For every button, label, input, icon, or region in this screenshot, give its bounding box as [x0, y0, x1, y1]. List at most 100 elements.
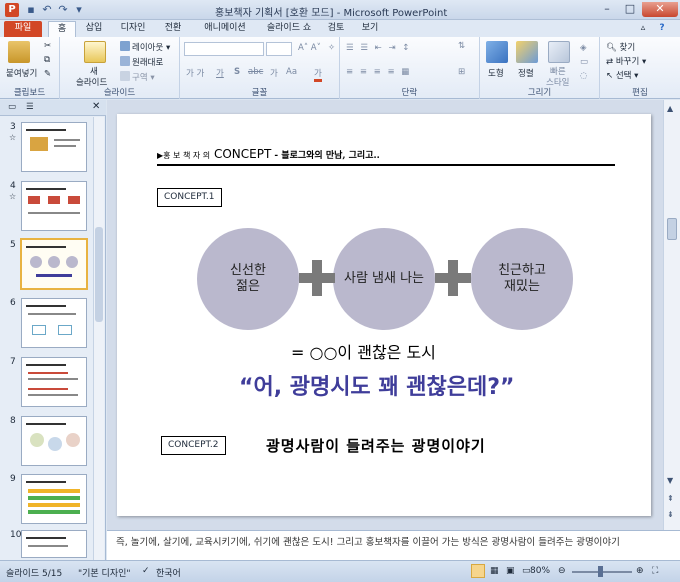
- paste-button[interactable]: 붙여넣기: [6, 67, 37, 79]
- text-direction-icon[interactable]: ⇅: [458, 41, 465, 51]
- tab-file[interactable]: 파일: [4, 21, 42, 37]
- notes-pane[interactable]: 즉, 놀기에, 살기에, 교육시키기에, 쉬기에 괜찮은 도시! 그리고 홍보책…: [107, 530, 680, 560]
- panel-scrollbar[interactable]: [93, 117, 104, 560]
- slide-thumbnail[interactable]: [21, 530, 87, 558]
- quick-styles-icon[interactable]: [548, 41, 570, 63]
- tab-slideshow[interactable]: 슬라이드 쇼: [260, 21, 318, 37]
- replace-button[interactable]: ⇄ 바꾸기 ▾: [606, 55, 646, 67]
- powerpoint-app-icon[interactable]: P: [5, 3, 19, 17]
- bold-italic-icons[interactable]: 가 가: [186, 67, 204, 79]
- slide-sorter-icon[interactable]: ▦: [490, 566, 499, 576]
- circle-label: 친근하고 재밌는: [498, 263, 546, 294]
- slide-thumbnail[interactable]: [21, 122, 87, 172]
- slide-thumbnail-selected[interactable]: [20, 238, 88, 290]
- zoom-level[interactable]: 80%: [530, 566, 550, 576]
- group-slides: 새 슬라이드 레이아웃 ▾ 원래대로 구역 ▾ 슬라이드: [60, 37, 180, 99]
- shape-fill-icon[interactable]: ◈: [580, 43, 587, 53]
- arrange-button[interactable]: 정렬: [518, 67, 534, 79]
- thumb-title-line: [26, 481, 66, 483]
- scroll-down-icon[interactable]: ▼: [667, 476, 673, 485]
- concept2-box: CONCEPT.2: [161, 436, 226, 455]
- section-button[interactable]: 구역 ▾: [120, 71, 155, 83]
- format-painter-icon[interactable]: ✎: [44, 69, 51, 79]
- group-editing: 🔍︎ 찾기 ⇄ 바꾸기 ▾ ↖ 선택 ▾ 편집: [600, 37, 680, 99]
- clipboard-label: 클립보드: [13, 88, 46, 98]
- change-case-button[interactable]: Aa: [286, 67, 297, 77]
- circle-fresh-young: 신선한 젊은: [197, 228, 299, 330]
- language-indicator[interactable]: 한국어: [156, 566, 181, 579]
- tab-design[interactable]: 디자인: [114, 21, 152, 37]
- smartart-icon[interactable]: ⊞: [458, 67, 465, 77]
- slide-thumbnail[interactable]: [21, 416, 87, 466]
- find-button[interactable]: 🔍︎ 찾기: [606, 41, 635, 53]
- slide-thumbnail[interactable]: [21, 298, 87, 348]
- paste-icon[interactable]: [8, 41, 30, 63]
- layout-button[interactable]: 레이아웃 ▾: [120, 41, 170, 53]
- clear-formatting-icon[interactable]: ✧: [328, 43, 335, 53]
- thumb-number: 6: [10, 298, 16, 308]
- copy-icon[interactable]: ⧉: [44, 55, 50, 65]
- shapes-icon[interactable]: [486, 41, 508, 63]
- tab-home[interactable]: 홈: [48, 21, 76, 37]
- plus-icon: [299, 260, 335, 296]
- zoom-out-icon[interactable]: ⊖: [558, 566, 566, 576]
- slide-scroll-thumb[interactable]: [667, 218, 677, 240]
- arrange-icon[interactable]: [516, 41, 538, 63]
- spellcheck-icon[interactable]: ✓: [142, 566, 150, 576]
- reset-button[interactable]: 원래대로: [120, 56, 163, 68]
- next-slide-icon[interactable]: ⇟: [667, 510, 674, 519]
- close-panel-icon[interactable]: ✕: [92, 101, 100, 112]
- customize-qat-icon[interactable]: ▾: [72, 3, 86, 17]
- panel-scroll-thumb[interactable]: [95, 227, 103, 322]
- tab-view[interactable]: 보기: [356, 21, 384, 37]
- char-spacing-button[interactable]: 가: [270, 67, 278, 79]
- grow-shrink-font-icon[interactable]: A˄ A˅: [298, 43, 321, 53]
- tab-review[interactable]: 검토: [322, 21, 350, 37]
- font-size-combo[interactable]: [266, 42, 292, 56]
- undo-icon[interactable]: ↶: [40, 3, 54, 17]
- theme-name[interactable]: "기본 디자인": [78, 566, 131, 579]
- slide-thumbnail[interactable]: [21, 181, 87, 231]
- redo-icon[interactable]: ↷: [56, 3, 70, 17]
- slide-canvas: ▶홍 보 책 자 의 CONCEPT - 블로그와의 만남, 그리고.. CON…: [107, 100, 663, 530]
- font-color-button[interactable]: 가: [314, 67, 322, 82]
- slide[interactable]: ▶홍 보 책 자 의 CONCEPT - 블로그와의 만남, 그리고.. CON…: [117, 114, 651, 516]
- thumb-number: 4: [10, 181, 16, 191]
- shadow-button[interactable]: S: [234, 67, 240, 77]
- outline-tab-icon[interactable]: ☰: [26, 102, 34, 112]
- underline-icon[interactable]: 가: [216, 67, 224, 79]
- help-icon[interactable]: ?: [654, 21, 670, 37]
- zoom-slider-thumb[interactable]: [598, 566, 603, 577]
- list-buttons[interactable]: ☰ ☰ ⇤ ⇥ ↕: [346, 43, 411, 53]
- slides-tab-icon[interactable]: ▭: [8, 102, 16, 112]
- previous-slide-icon[interactable]: ⇞: [667, 494, 674, 503]
- strikethrough-icon[interactable]: abc: [248, 67, 263, 77]
- thumb-number: 10: [10, 530, 22, 540]
- ribbon-tabs: 파일 홈 삽입 디자인 전환 애니메이션 슬라이드 쇼 검토 보기 ▵ ?: [0, 20, 680, 37]
- reading-view-icon[interactable]: ▣: [506, 566, 515, 576]
- shape-outline-icon[interactable]: ▭: [580, 57, 588, 67]
- slide-vertical-scrollbar[interactable]: ▲ ▼ ⇞ ⇟: [663, 100, 680, 530]
- notes-text[interactable]: 즉, 놀기에, 살기에, 교육시키기에, 쉬기에 괜찮은 도시! 그리고 홍보책…: [116, 536, 666, 550]
- scroll-up-icon[interactable]: ▲: [667, 104, 673, 113]
- shapes-button[interactable]: 도형: [488, 67, 504, 79]
- align-buttons[interactable]: ≡ ≡ ≡ ≡ ▦: [346, 67, 411, 77]
- select-button[interactable]: ↖ 선택 ▾: [606, 69, 638, 81]
- save-icon[interactable]: ▪: [24, 3, 38, 17]
- new-slide-icon[interactable]: [84, 41, 106, 63]
- tab-insert[interactable]: 삽입: [80, 21, 108, 37]
- minimize-icon[interactable]: –: [596, 2, 618, 17]
- fit-to-window-icon[interactable]: ⛶: [652, 566, 658, 576]
- maximize-icon[interactable]: □: [619, 2, 641, 17]
- normal-view-icon[interactable]: [471, 564, 485, 578]
- minimize-ribbon-icon[interactable]: ▵: [636, 21, 650, 37]
- close-icon[interactable]: ✕: [642, 2, 678, 17]
- tab-transitions[interactable]: 전환: [158, 21, 188, 37]
- zoom-in-icon[interactable]: ⊕: [636, 566, 644, 576]
- font-name-combo[interactable]: [184, 42, 264, 56]
- shape-effects-icon[interactable]: ◌: [580, 71, 587, 81]
- tab-animations[interactable]: 애니메이션: [196, 21, 254, 37]
- slide-thumbnail[interactable]: [21, 357, 87, 407]
- cut-icon[interactable]: ✂: [44, 41, 51, 51]
- slide-thumbnail[interactable]: [21, 474, 87, 524]
